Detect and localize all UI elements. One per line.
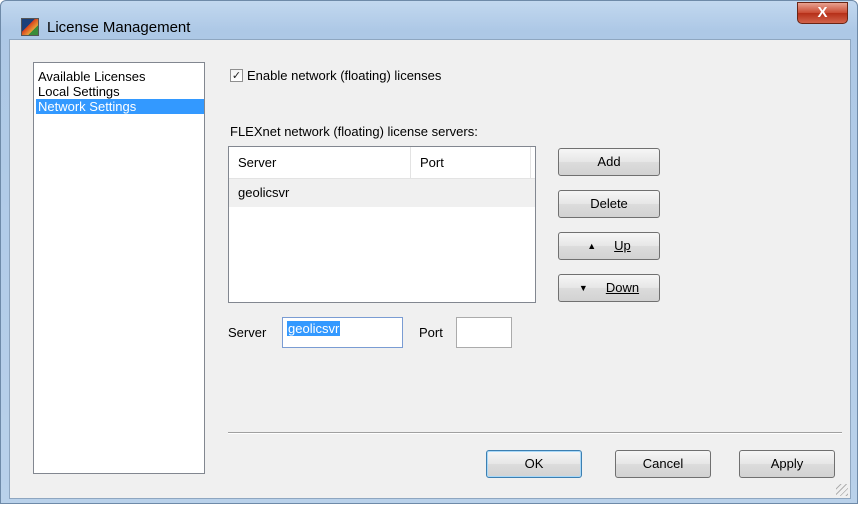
column-header-server[interactable]: Server <box>229 147 411 178</box>
add-server-button[interactable]: Add <box>558 148 660 176</box>
enable-network-row[interactable]: ✓ Enable network (floating) licenses <box>230 68 441 83</box>
ok-button-label: OK <box>524 456 544 471</box>
settings-nav-list[interactable]: Available Licenses Local Settings Networ… <box>33 62 205 474</box>
server-field-label: Server <box>228 325 267 340</box>
add-button-label: Add <box>597 154 621 169</box>
table-cell-server: geolicsvr <box>238 185 290 200</box>
triangle-down-icon: ▼ <box>578 283 588 293</box>
apply-button-label: Apply <box>770 456 804 471</box>
move-down-button[interactable]: ▼ Down <box>558 274 660 302</box>
license-server-table[interactable]: Server Port geolicsvr <box>228 146 536 303</box>
enable-network-label[interactable]: Enable network (floating) licenses <box>247 68 441 83</box>
close-button[interactable]: X <box>797 2 848 24</box>
resize-grip-icon[interactable] <box>836 484 848 496</box>
nav-item-available-licenses[interactable]: Available Licenses <box>36 69 204 84</box>
nav-item-network-settings[interactable]: Network Settings <box>36 99 204 114</box>
triangle-up-icon: ▲ <box>587 241 597 251</box>
port-input[interactable] <box>456 317 512 348</box>
table-header: Server Port <box>229 147 535 179</box>
cancel-button[interactable]: Cancel <box>615 450 711 478</box>
apply-button[interactable]: Apply <box>739 450 835 478</box>
port-field-label: Port <box>419 325 443 340</box>
delete-server-button[interactable]: Delete <box>558 190 660 218</box>
license-management-window: License Management X Available Licenses … <box>0 0 858 504</box>
nav-item-local-settings[interactable]: Local Settings <box>36 84 204 99</box>
down-button-label: Down <box>605 280 640 295</box>
move-up-button[interactable]: ▲ Up <box>558 232 660 260</box>
enable-network-checkbox[interactable]: ✓ <box>230 69 243 82</box>
title-bar[interactable]: License Management X <box>1 1 857 39</box>
app-logo-icon <box>21 18 39 36</box>
column-header-port[interactable]: Port <box>411 147 531 178</box>
cancel-button-label: Cancel <box>642 456 684 471</box>
ok-button[interactable]: OK <box>486 450 582 478</box>
dialog-body: Available Licenses Local Settings Networ… <box>9 39 851 499</box>
delete-button-label: Delete <box>590 196 628 211</box>
server-input[interactable]: geolicsvr <box>282 317 403 348</box>
window-title: License Management <box>47 19 191 36</box>
server-input-value: geolicsvr <box>287 321 341 336</box>
table-row[interactable]: geolicsvr <box>229 179 535 207</box>
up-button-label: Up <box>614 238 631 253</box>
servers-list-label: FLEXnet network (floating) license serve… <box>230 124 478 139</box>
footer-separator <box>228 432 842 434</box>
